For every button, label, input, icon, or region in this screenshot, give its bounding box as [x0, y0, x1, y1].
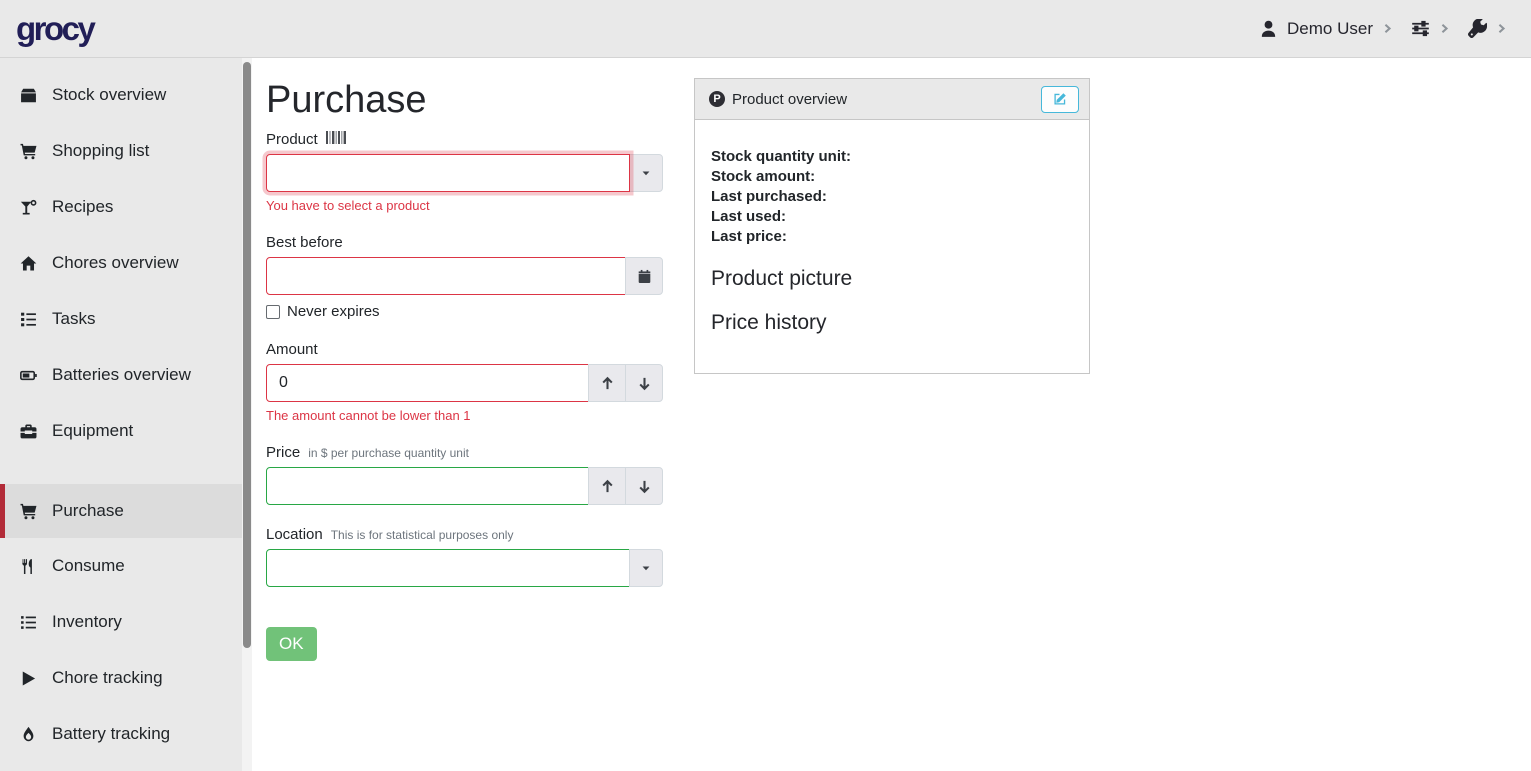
chevron-right-icon — [1439, 22, 1450, 35]
sidebar-item-tasks[interactable]: Tasks — [0, 291, 252, 347]
price-decrement-button[interactable] — [625, 467, 663, 505]
product-group: Product You have to select a product — [266, 131, 663, 213]
product-picture-heading: Product picture — [711, 267, 1073, 291]
sidebar-item-chores-overview[interactable]: Chores overview — [0, 235, 252, 291]
product-input[interactable] — [266, 154, 630, 192]
settings-menu[interactable] — [1411, 19, 1450, 38]
calendar-button[interactable] — [625, 257, 663, 295]
sidebar-item-label: Inventory — [52, 612, 122, 632]
best-before-label: Best before — [266, 234, 343, 251]
chevron-right-icon — [1382, 22, 1393, 35]
sidebar-item-label: Purchase — [52, 501, 124, 521]
sliders-icon — [1411, 19, 1430, 38]
page-title: Purchase — [266, 78, 663, 122]
barcode-icon — [326, 131, 352, 144]
sidebar-item-inventory[interactable]: Inventory — [0, 594, 252, 650]
product-circle-icon: P — [709, 91, 725, 107]
home-icon — [20, 255, 43, 272]
ok-button[interactable]: OK — [266, 627, 317, 661]
price-hint: in $ per purchase quantity unit — [308, 446, 469, 460]
main-content: Purchase Product — [252, 58, 1531, 771]
sidebar-item-label: Recipes — [52, 197, 113, 217]
price-input[interactable] — [266, 467, 589, 505]
price-history-heading: Price history — [711, 311, 1073, 335]
user-icon — [1259, 19, 1278, 38]
sidebar-item-label: Shopping list — [52, 141, 149, 161]
battery-icon — [20, 367, 43, 384]
product-label: Product — [266, 131, 318, 148]
never-expires-label: Never expires — [287, 303, 380, 320]
stock-quantity-unit-label: Stock quantity unit: — [711, 147, 1073, 167]
sidebar-item-label: Battery tracking — [52, 724, 170, 744]
sidebar-item-label: Chores overview — [52, 253, 179, 273]
grocy-logo[interactable]: grocy — [16, 10, 93, 48]
stock-amount-label: Stock amount: — [711, 167, 1073, 187]
sidebar-item-stock-overview[interactable]: Stock overview — [0, 67, 252, 123]
box-icon — [20, 87, 43, 104]
user-name: Demo User — [1287, 19, 1373, 39]
product-overview-panel: P Product overview Stock quantity unit: … — [694, 78, 1090, 661]
sidebar-scrollbar-thumb[interactable] — [243, 62, 251, 648]
toolbox-icon — [20, 423, 43, 440]
amount-decrement-button[interactable] — [625, 364, 663, 402]
sidebar-item-chore-tracking[interactable]: Chore tracking — [0, 650, 252, 706]
sidebar-item-recipes[interactable]: Recipes — [0, 179, 252, 235]
edit-product-button[interactable] — [1041, 86, 1079, 113]
top-navbar: grocy Demo User — [0, 0, 1531, 58]
sidebar-item-label: Stock overview — [52, 85, 166, 105]
user-menu[interactable]: Demo User — [1259, 19, 1393, 39]
sidebar-item-consume[interactable]: Consume — [0, 538, 252, 594]
never-expires-checkbox[interactable] — [266, 305, 280, 319]
sidebar-item-batteries-overview[interactable]: Batteries overview — [0, 347, 252, 403]
amount-label: Amount — [266, 341, 318, 358]
list-icon — [20, 614, 43, 631]
amount-increment-button[interactable] — [588, 364, 626, 402]
sidebar-item-label: Batteries overview — [52, 365, 191, 385]
price-label: Price — [266, 444, 300, 461]
last-price-label: Last price: — [711, 227, 1073, 247]
sidebar-item-label: Tasks — [52, 309, 95, 329]
wrench-icon — [1468, 19, 1487, 38]
admin-menu[interactable] — [1468, 19, 1507, 38]
chevron-right-icon — [1496, 22, 1507, 35]
location-dropdown-button[interactable] — [629, 549, 663, 587]
panel-body: Stock quantity unit: Stock amount: Last … — [695, 120, 1089, 373]
navbar-right: Demo User — [1241, 19, 1507, 39]
best-before-input[interactable] — [266, 257, 626, 295]
sidebar-item-shopping-list[interactable]: Shopping list — [0, 123, 252, 179]
never-expires-row: Never expires — [266, 303, 663, 320]
amount-group: Amount The amount cannot be lower than 1 — [266, 341, 663, 423]
last-used-label: Last used: — [711, 207, 1073, 227]
amount-error: The amount cannot be lower than 1 — [266, 408, 663, 423]
best-before-group: Best before Never expires — [266, 234, 663, 320]
sidebar-item-equipment[interactable]: Equipment — [0, 403, 252, 459]
panel-header: P Product overview — [695, 79, 1089, 120]
sidebar-item-label: Chore tracking — [52, 668, 163, 688]
sidebar-item-purchase[interactable]: Purchase — [0, 484, 252, 538]
tasks-icon — [20, 311, 43, 328]
panel-title-text: Product overview — [732, 91, 847, 108]
location-group: Location This is for statistical purpose… — [266, 526, 663, 587]
location-label: Location — [266, 526, 323, 543]
sidebar-item-battery-tracking[interactable]: Battery tracking — [0, 706, 252, 762]
product-dropdown-button[interactable] — [629, 154, 663, 192]
cart-icon — [20, 503, 43, 520]
utensils-icon — [20, 558, 43, 575]
amount-input[interactable] — [266, 364, 589, 402]
price-increment-button[interactable] — [588, 467, 626, 505]
product-error: You have to select a product — [266, 198, 663, 213]
flame-icon — [20, 726, 43, 743]
location-input[interactable] — [266, 549, 630, 587]
purchase-form: Purchase Product — [266, 78, 663, 661]
sidebar: Stock overview Shopping list Recipes Cho… — [0, 58, 252, 771]
sidebar-item-label: Equipment — [52, 421, 133, 441]
location-hint: This is for statistical purposes only — [331, 528, 514, 542]
price-group: Price in $ per purchase quantity unit — [266, 444, 663, 505]
cocktail-icon — [20, 199, 43, 216]
cart-icon — [20, 143, 43, 160]
sidebar-item-label: Consume — [52, 556, 125, 576]
last-purchased-label: Last purchased: — [711, 187, 1073, 207]
play-icon — [20, 670, 43, 687]
